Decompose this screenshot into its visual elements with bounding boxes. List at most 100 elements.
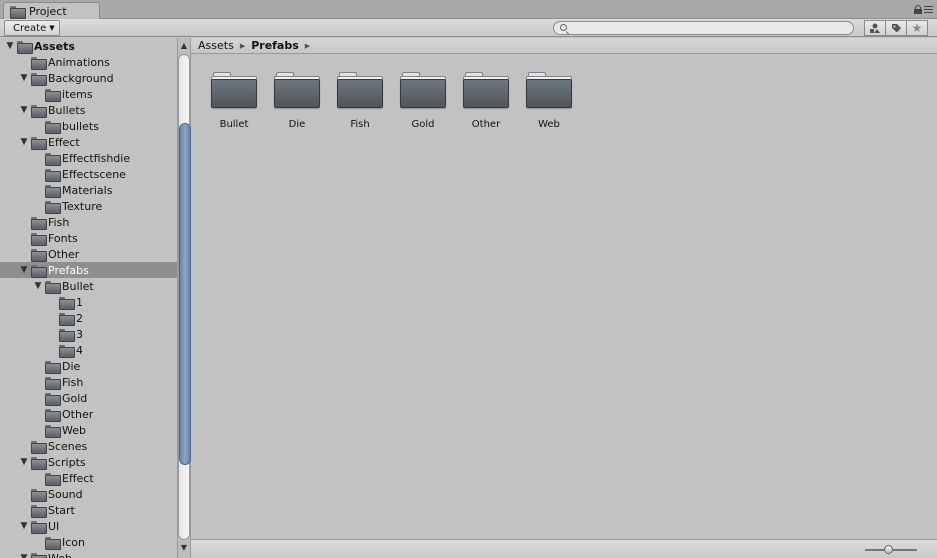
tree-item[interactable]: ▼Gold [0, 390, 177, 406]
asset-folder[interactable]: Web [523, 70, 575, 132]
tree-item[interactable]: ▼1 [0, 294, 177, 310]
tree-item[interactable]: ▼Effectscene [0, 166, 177, 182]
caret-down-icon: ▼ [49, 24, 55, 32]
create-button-label: Create [13, 22, 47, 34]
breadcrumb: Assets ▶ Prefabs ▶ [191, 38, 937, 54]
tree-item[interactable]: ▼Fish [0, 214, 177, 230]
tab-project[interactable]: Project [3, 2, 100, 20]
tree-item[interactable]: ▼Sound [0, 486, 177, 502]
tree-item-label: Effect [48, 135, 80, 149]
expand-arrow-icon[interactable]: ▼ [19, 105, 29, 115]
tree-item[interactable]: ▼Other [0, 406, 177, 422]
tree-item[interactable]: ▼ Scripts [0, 454, 177, 470]
tree-item-label: Scenes [48, 439, 88, 453]
tree-item[interactable]: ▼ Bullets [0, 102, 177, 118]
favorite-button[interactable]: ★ [906, 20, 928, 36]
folder-icon [31, 232, 47, 246]
tree-item[interactable]: ▼ Background [0, 70, 177, 86]
tree-item[interactable]: ▼Die [0, 358, 177, 374]
expand-arrow-icon[interactable]: ▼ [19, 137, 29, 147]
tree-item-label: Other [62, 407, 94, 421]
tree-item-label: 2 [76, 311, 83, 325]
folder-icon [31, 72, 47, 86]
tree-item[interactable]: ▼ Assets [0, 38, 177, 54]
asset-folder[interactable]: Gold [397, 70, 449, 132]
folder-icon [31, 216, 47, 230]
asset-folder[interactable]: Die [271, 70, 323, 132]
breadcrumb-prefabs[interactable]: Prefabs [251, 39, 299, 52]
tree-item[interactable]: ▼3 [0, 326, 177, 342]
scroll-thumb[interactable] [179, 123, 191, 465]
filter-by-type-button[interactable] [864, 20, 886, 36]
expand-arrow-icon[interactable]: ▼ [19, 553, 29, 558]
folder-icon [526, 70, 572, 108]
tree-item[interactable]: ▼Other [0, 246, 177, 262]
folder-icon [31, 136, 47, 150]
scroll-track[interactable] [178, 54, 191, 540]
tree-item-label: Other [48, 247, 80, 261]
asset-folder-label: Fish [350, 119, 370, 130]
expand-arrow-icon[interactable]: ▼ [19, 457, 29, 467]
expand-arrow-icon[interactable]: ▼ [19, 73, 29, 83]
tree-item-label: Fish [48, 215, 70, 229]
tree-item[interactable]: ▼ Prefabs [0, 262, 177, 278]
tree-item[interactable]: ▼items [0, 86, 177, 102]
expand-arrow-icon[interactable]: ▼ [33, 281, 43, 291]
tree-item-label: Effect [62, 471, 94, 485]
folder-tree: ▼Assets▼Animations▼Background▼items▼Bull… [0, 38, 177, 558]
create-button[interactable]: Create ▼ [4, 20, 60, 36]
folder-icon [45, 472, 61, 486]
breadcrumb-assets[interactable]: Assets [198, 39, 234, 52]
tree-item[interactable]: ▼ Bullet [0, 278, 177, 294]
expand-arrow-icon[interactable]: ▼ [5, 41, 15, 51]
folder-icon [45, 536, 61, 550]
lock-icon[interactable] [914, 5, 922, 14]
tree-item[interactable]: ▼Web [0, 550, 177, 558]
tree-item[interactable]: ▼2 [0, 310, 177, 326]
tree-item-label: Bullet [62, 279, 94, 293]
folder-icon [31, 56, 47, 70]
search-icon [560, 24, 567, 31]
folder-icon [31, 456, 47, 470]
tree-item[interactable]: ▼Fonts [0, 230, 177, 246]
tree-item-label: 3 [76, 327, 83, 341]
menu-icon[interactable] [924, 6, 933, 13]
tree-item[interactable]: ▼ UI [0, 518, 177, 534]
tree-item[interactable]: ▼Materials [0, 182, 177, 198]
expand-arrow-icon[interactable]: ▼ [19, 521, 29, 531]
tree-scrollbar[interactable]: ▲ ▼ [177, 38, 191, 558]
tree-item[interactable]: ▼bullets [0, 118, 177, 134]
asset-folder-label: Gold [411, 119, 435, 130]
tree-item[interactable]: ▼ Effect [0, 134, 177, 150]
asset-folder[interactable]: Fish [334, 70, 386, 132]
tree-item[interactable]: ▼Effectfishdie [0, 150, 177, 166]
scroll-down-arrow-icon[interactable]: ▼ [178, 542, 190, 554]
tree-item[interactable]: ▼Texture [0, 198, 177, 214]
asset-folder-label: Other [471, 119, 501, 130]
search-field[interactable] [553, 21, 854, 35]
tree-item[interactable]: ▼Animations [0, 54, 177, 70]
zoom-slider[interactable] [865, 545, 917, 554]
folder-icon [59, 328, 75, 342]
expand-arrow-icon[interactable]: ▼ [19, 265, 29, 275]
asset-folder-label: Die [288, 119, 306, 130]
folder-icon [10, 6, 26, 19]
zoom-slider-handle[interactable] [884, 545, 893, 554]
tree-item[interactable]: ▼Fish [0, 374, 177, 390]
scroll-up-arrow-icon[interactable]: ▲ [178, 40, 190, 52]
tree-item[interactable]: ▼4 [0, 342, 177, 358]
tree-item-label: Die [62, 359, 81, 373]
tree-item[interactable]: ▼Effect [0, 470, 177, 486]
asset-folder[interactable]: Other [460, 70, 512, 132]
filter-by-label-button[interactable] [885, 20, 907, 36]
search-input[interactable] [572, 22, 842, 34]
folder-icon [17, 40, 33, 54]
tree-item[interactable]: ▼Icon [0, 534, 177, 550]
folder-icon [45, 200, 61, 214]
asset-folder[interactable]: Bullet [208, 70, 260, 132]
tree-item[interactable]: ▼Web [0, 422, 177, 438]
tree-item[interactable]: ▼Scenes [0, 438, 177, 454]
tree-item[interactable]: ▼Start [0, 502, 177, 518]
folder-icon [59, 312, 75, 326]
folder-icon [45, 408, 61, 422]
